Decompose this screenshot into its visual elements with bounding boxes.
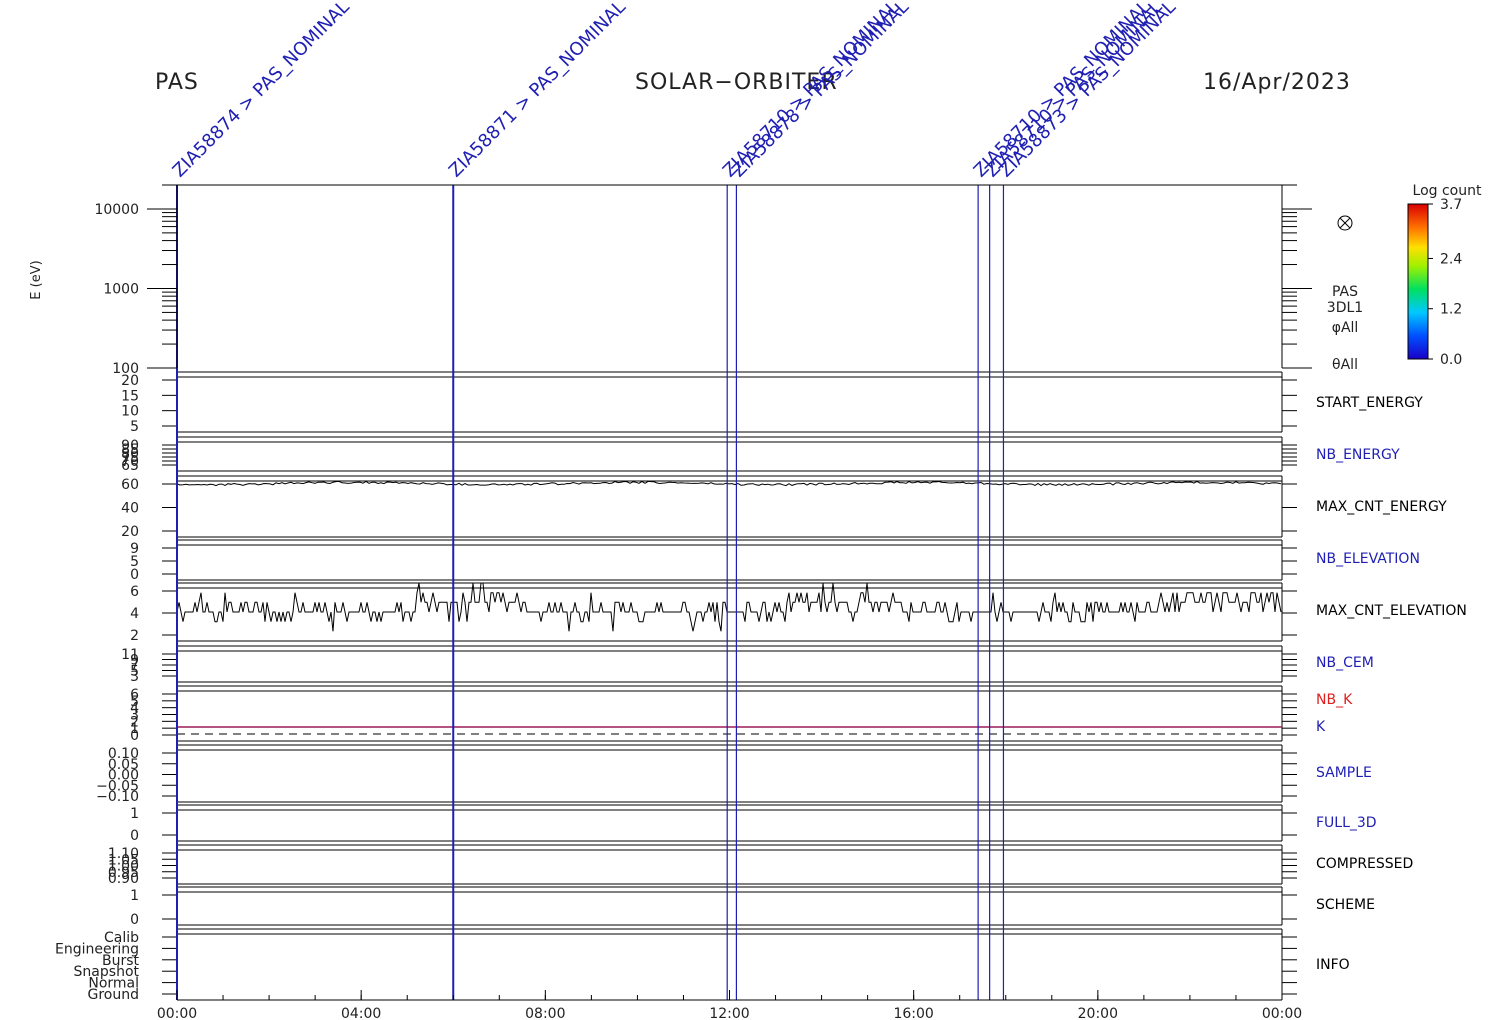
panel-tick-label-4: 4 <box>130 606 139 622</box>
spectrogram-tick-label-1000: 1000 <box>103 281 139 297</box>
panel-tick-label-1: 1 <box>130 888 139 904</box>
panel-label-nb-cem: NB_CEM <box>1316 655 1374 671</box>
panel-nb-energy: 908580757065NB_ENERGY <box>121 436 1400 474</box>
panel-tick-label-40: 40 <box>121 501 139 517</box>
panel-info: CalibEngineeringBurstSnapshotNormalGroun… <box>55 928 1350 1003</box>
panel-tick-label-1: 1 <box>130 806 139 822</box>
event-label-1: ZIA58871 > PAS_NOMINAL <box>445 0 630 182</box>
colorbar-layer: Log count3.72.41.20.0 <box>1407 183 1482 368</box>
event-label-6: ZIA58873 > PAS_NOMINAL <box>995 0 1180 182</box>
panel-max-cnt-energy: 60 40 20 MAX_CNT_ENERGY <box>121 475 1447 540</box>
panel-label-nb-elevation: NB_ELEVATION <box>1316 551 1420 567</box>
panel-tick-label-3: 3 <box>130 669 139 685</box>
panel-tick-label-0-10: −0.10 <box>96 789 139 805</box>
panel-nb-cem: 119753NB_CEM <box>121 645 1374 685</box>
panel-tick-label-10: 10 <box>121 404 139 420</box>
spectrogram-side-label-all: θAll <box>1332 357 1358 373</box>
panel-label-max-cnt-elevation: MAX_CNT_ELEVATION <box>1316 603 1467 619</box>
panel-full-3d: 1 0 FULL_3D <box>130 804 1377 844</box>
spectrogram-tick-label-100: 100 <box>112 361 139 377</box>
colorbar-tick-label-1-2: 1.2 <box>1440 302 1462 318</box>
panel-label-scheme: SCHEME <box>1316 897 1375 913</box>
time-tick-label-3: 12:00 <box>709 1006 749 1020</box>
panel-label-sample: SAMPLE <box>1316 765 1372 781</box>
spectrogram-side-label-3dl1: 3DL1 <box>1327 300 1363 316</box>
time-tick-label-5: 20:00 <box>1078 1006 1118 1020</box>
time-tick-label-2: 08:00 <box>525 1006 565 1020</box>
time-tick-label-6: 00:00 <box>1262 1006 1302 1020</box>
event-label-3: ZIA58878 > PAS_NOMINAL <box>728 0 913 182</box>
panel-scheme: 1 0 SCHEME <box>130 886 1375 928</box>
panel-tick-label-0: 0 <box>130 728 139 744</box>
panel-label-start-energy: START_ENERGY <box>1316 395 1423 411</box>
panel-layer: 2015105START_ENERGY908580757065NB_ENERGY… <box>55 371 1467 1003</box>
panel-tick-label-0: 0 <box>130 912 139 928</box>
panel-tick-label-60: 60 <box>121 477 139 493</box>
panel-start-energy: 2015105START_ENERGY <box>121 371 1423 435</box>
colorbar-tick-label-3-7: 3.7 <box>1440 197 1462 213</box>
panel-trace-max-cnt-elevation <box>176 582 1282 632</box>
panel-tick-label-65: 65 <box>121 458 139 474</box>
panel-tick-label-ground: Ground <box>88 987 140 1003</box>
panel-label-k: K <box>1316 719 1326 735</box>
panel-tick-label-20: 20 <box>121 524 139 540</box>
panel-tick-label-0: 0 <box>130 828 139 844</box>
panel-tick-label-0-90: 0.90 <box>108 871 139 887</box>
colorbar <box>1407 203 1429 360</box>
panel-nb-elevation: 950NB_ELEVATION <box>130 539 1420 583</box>
spectrogram-side-label-pas: PAS <box>1332 284 1358 300</box>
panel-label-nb-energy: NB_ENERGY <box>1316 447 1400 463</box>
event-label-0: ZIA58874 > PAS_NOMINAL <box>169 0 354 182</box>
panel-label-info: INFO <box>1316 957 1350 973</box>
panel-max-cnt-elevation: 6 4 2 MAX_CNT_ELEVATION <box>130 582 1467 644</box>
solar-orbiter-pas-chart: 2015105START_ENERGY908580757065NB_ENERGY… <box>29 0 1482 1020</box>
panel-tick-label-6: 6 <box>130 584 139 600</box>
panel-label-full-3d: FULL_3D <box>1316 815 1377 831</box>
panel-tick-label-5: 5 <box>130 419 139 435</box>
spectrogram-side-label-all: φAll <box>1332 320 1359 336</box>
panel-tick-label-0: 0 <box>130 567 139 583</box>
panel-sample: 0.100.050.00−0.05−0.10SAMPLE <box>96 744 1372 805</box>
panel-nb-k: 6543210NB_KK <box>130 685 1353 744</box>
panel-compressed: 1.101.051.000.950.90COMPRESSED <box>108 844 1413 887</box>
time-tick-label-0: 00:00 <box>157 1006 197 1020</box>
colorbar-tick-label-0-0: 0.0 <box>1440 352 1462 368</box>
panel-trace-max-cnt-energy <box>176 480 1282 487</box>
panel-label-compressed: COMPRESSED <box>1316 856 1413 872</box>
panel-label-nb-k: NB_K <box>1316 692 1353 708</box>
panel-label-max-cnt-energy: MAX_CNT_ENERGY <box>1316 499 1447 515</box>
spectrogram-tick-label-10000: 10000 <box>94 202 139 218</box>
spectrogram-ylabel: E (eV) <box>29 260 44 299</box>
time-tick-label-1: 04:00 <box>341 1006 381 1020</box>
panel-tick-label-2: 2 <box>130 628 139 644</box>
time-tick-label-4: 16:00 <box>893 1006 933 1020</box>
panel-tick-label-15: 15 <box>121 388 139 404</box>
colorbar-tick-label-2-4: 2.4 <box>1440 251 1462 267</box>
